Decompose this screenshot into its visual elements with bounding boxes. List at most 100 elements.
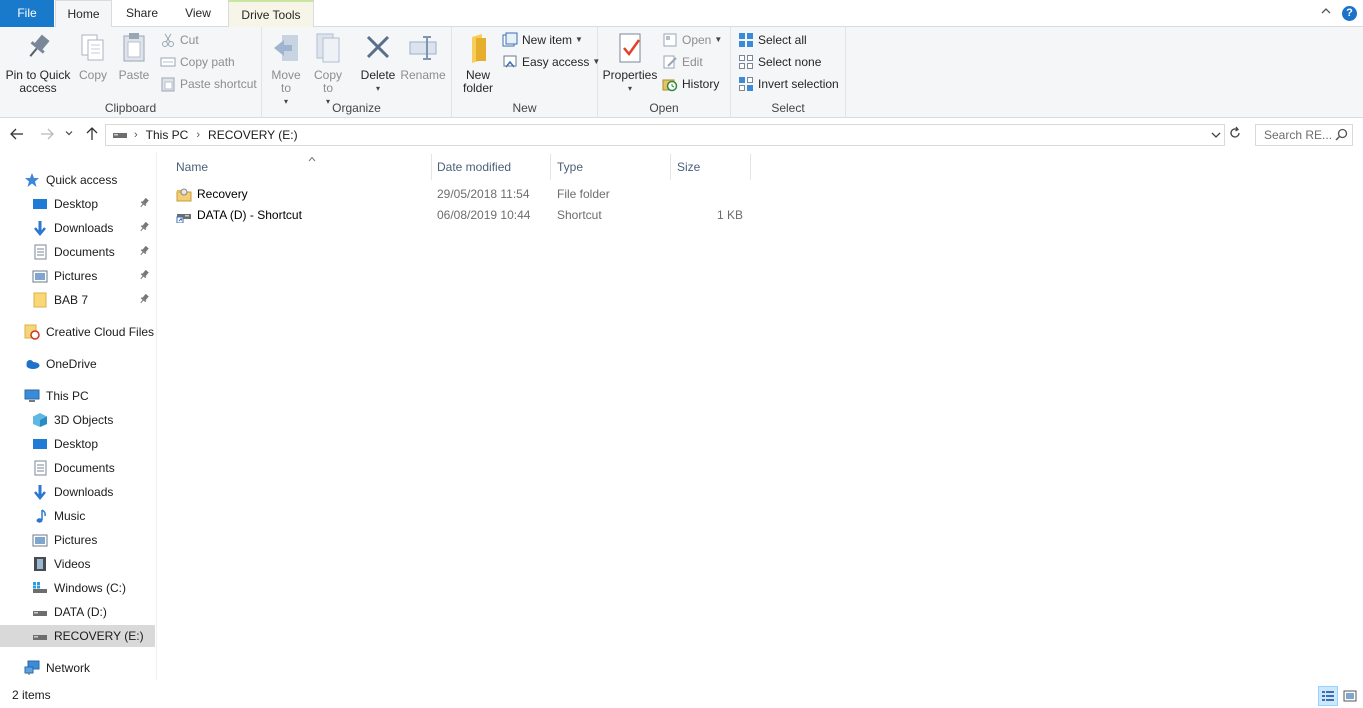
file-row[interactable]: DATA (D) - Shortcut 06/08/2019 10:44 Sho…	[170, 205, 750, 226]
address-history-chevron-icon[interactable]	[1210, 128, 1222, 144]
nav-quick-desktop-label: Desktop	[54, 197, 99, 211]
properties-button[interactable]: Properties ▾	[602, 31, 658, 95]
nav-pc-recovery-e[interactable]: RECOVERY (E:)	[0, 625, 155, 647]
properties-checklist-icon	[614, 31, 646, 65]
nav-quick-documents[interactable]: Documents	[0, 241, 155, 263]
nav-pc-downloads[interactable]: Downloads	[0, 481, 155, 503]
copy-to-button[interactable]: Copy to ▾	[310, 31, 346, 108]
help-icon[interactable]: ?	[1342, 5, 1357, 21]
select-group-label: Select	[771, 101, 805, 115]
large-icons-view-button[interactable]	[1340, 686, 1360, 706]
column-header-date-label: Date modified	[437, 160, 512, 174]
new-item-label: New item	[522, 33, 573, 47]
paste-shortcut-icon	[160, 76, 176, 92]
column-header-size[interactable]: Size	[671, 154, 751, 180]
organize-group-label: Organize	[332, 101, 381, 115]
column-header-name-label: Name	[176, 160, 209, 174]
delete-caret-icon: ▾	[375, 84, 380, 93]
search-input[interactable]: Search RE...	[1255, 124, 1353, 146]
cut-button[interactable]: Cut	[160, 30, 199, 50]
file-size	[677, 184, 743, 205]
column-header-type[interactable]: Type	[551, 154, 671, 180]
back-arrow-icon	[10, 128, 23, 140]
sort-ascending-chevron-icon	[308, 146, 316, 172]
open-icon	[662, 32, 678, 48]
up-button[interactable]	[83, 126, 101, 144]
rename-label: Rename	[400, 68, 446, 82]
nav-pc-recovery-e-label: RECOVERY (E:)	[54, 629, 144, 643]
nav-creative-cloud[interactable]: Creative Cloud Files	[0, 321, 155, 343]
nav-pc-desktop[interactable]: Desktop	[0, 433, 155, 455]
ribbon: Pin to Quick access Copy Paste Cut Copy …	[0, 27, 1363, 118]
select-none-button[interactable]: Select none	[738, 52, 821, 72]
recent-locations-button[interactable]	[62, 126, 76, 144]
easy-access-button[interactable]: Easy access ▼	[502, 52, 600, 72]
breadcrumb-recovery-drive[interactable]: RECOVERY (E:)	[208, 128, 298, 142]
details-view-button[interactable]	[1318, 686, 1338, 706]
history-button[interactable]: History	[662, 74, 719, 94]
invert-selection-button[interactable]: Invert selection	[738, 74, 839, 94]
forward-button[interactable]	[38, 126, 56, 144]
tab-file[interactable]: File	[0, 0, 54, 27]
3d-objects-icon	[32, 412, 48, 428]
copy-path-button[interactable]: Copy path	[160, 52, 235, 72]
minimize-ribbon-chevron-icon[interactable]	[1318, 5, 1334, 21]
nav-quick-pictures-label: Pictures	[54, 269, 98, 283]
new-folder-button[interactable]: New folder	[458, 31, 498, 95]
nav-pc-music[interactable]: Music	[0, 505, 155, 527]
pictures-icon	[32, 268, 48, 284]
status-item-count: 2 items	[12, 688, 51, 702]
new-item-button[interactable]: New item ▼	[502, 30, 583, 50]
nav-network[interactable]: Network	[0, 657, 155, 679]
nav-pc-pictures[interactable]: Pictures	[0, 529, 155, 551]
music-icon	[32, 508, 48, 524]
nav-quick-pictures[interactable]: Pictures	[0, 265, 155, 287]
nav-pc-3d-objects[interactable]: 3D Objects	[0, 409, 155, 431]
delete-button[interactable]: Delete ▾	[358, 31, 398, 95]
file-type: Shortcut	[557, 208, 602, 222]
copy-button[interactable]: Copy	[76, 31, 110, 82]
back-button[interactable]	[8, 126, 26, 144]
move-to-button[interactable]: Move to ▾	[268, 31, 304, 108]
nav-onedrive[interactable]: OneDrive	[0, 353, 155, 375]
column-header-date-modified[interactable]: Date modified	[431, 154, 551, 180]
breadcrumb-this-pc[interactable]: This PC	[146, 128, 189, 142]
nav-pc-desktop-label: Desktop	[54, 437, 99, 451]
column-header-name[interactable]: Name	[170, 154, 432, 180]
nav-pc-documents[interactable]: Documents	[0, 457, 155, 479]
copy-icon	[77, 31, 109, 65]
refresh-button[interactable]	[1226, 124, 1244, 146]
nav-this-pc[interactable]: This PC	[0, 385, 155, 407]
new-folder-label: New folder	[462, 68, 494, 95]
nav-quick-downloads[interactable]: Downloads	[0, 217, 155, 239]
rename-button[interactable]: Rename	[400, 31, 446, 82]
nav-quick-documents-label: Documents	[54, 245, 115, 259]
nav-quick-bab7[interactable]: BAB 7	[0, 289, 155, 311]
open-group-label: Open	[649, 101, 679, 115]
address-bar[interactable]: › This PC › RECOVERY (E:)	[105, 124, 1225, 146]
file-row[interactable]: Recovery 29/05/2018 11:54 File folder	[170, 184, 750, 205]
nav-quick-access[interactable]: Quick access	[0, 169, 155, 191]
open-group: Properties ▾ Open ▼ Edit History Open	[598, 27, 731, 118]
pin-to-quick-access-button[interactable]: Pin to Quick access	[4, 31, 72, 95]
nav-pc-data-d[interactable]: DATA (D:)	[0, 601, 155, 623]
nav-pc-videos[interactable]: Videos	[0, 553, 155, 575]
open-button[interactable]: Open ▼	[662, 30, 722, 50]
folder-icon	[32, 292, 48, 308]
edit-button[interactable]: Edit	[662, 52, 703, 72]
clipboard-group: Pin to Quick access Copy Paste Cut Copy …	[0, 27, 262, 118]
paste-shortcut-button[interactable]: Paste shortcut	[160, 74, 257, 94]
paste-button[interactable]: Paste	[116, 31, 152, 82]
locked-folder-icon	[176, 187, 192, 202]
tab-drive-tools[interactable]: Drive Tools	[228, 0, 314, 27]
tab-home[interactable]: Home	[55, 0, 112, 28]
nav-pc-windows-c[interactable]: Windows (C:)	[0, 577, 155, 599]
paste-icon	[118, 31, 150, 65]
nav-quick-desktop[interactable]: Desktop	[0, 193, 155, 215]
edit-pencil-icon	[662, 54, 678, 70]
tab-view[interactable]: View	[172, 0, 224, 27]
pictures-icon	[32, 532, 48, 548]
tab-share[interactable]: Share	[116, 0, 168, 27]
breadcrumb-separator-icon: ›	[134, 129, 138, 141]
select-all-button[interactable]: Select all	[738, 30, 807, 50]
